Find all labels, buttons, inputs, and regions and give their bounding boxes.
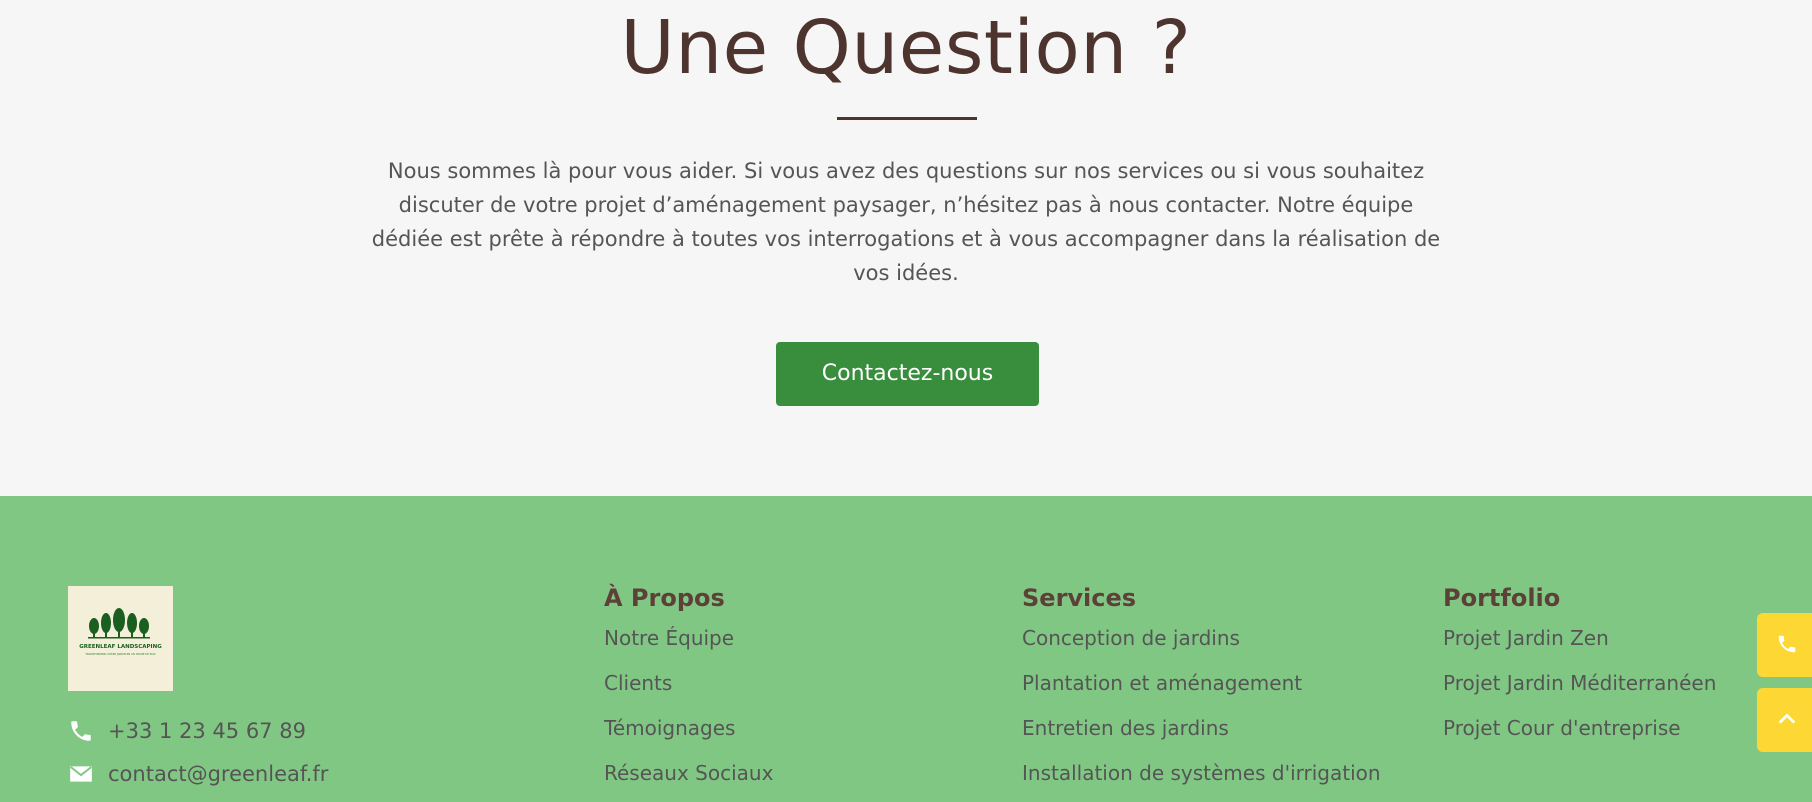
scroll-to-top-button[interactable] (1757, 688, 1812, 752)
footer-column-about: À Propos Notre Équipe Clients Témoignage… (604, 580, 773, 800)
cta-section: Une Question ? Nous sommes là pour vous … (0, 0, 1812, 496)
cta-description: Nous sommes là pour vous aider. Si vous … (371, 159, 1441, 285)
title-divider (837, 117, 977, 120)
footer-link-zen-garden[interactable]: Projet Jardin Zen (1443, 626, 1609, 650)
logo-name: GREENLEAF LANDSCAPING (79, 644, 162, 650)
floating-call-button[interactable] (1757, 613, 1812, 677)
envelope-icon (68, 761, 94, 787)
logo[interactable]: GREENLEAF LANDSCAPING TRANSFORMING VOTRE… (68, 586, 173, 691)
footer-heading-portfolio: Portfolio (1443, 584, 1561, 612)
footer-email-link[interactable]: contact@greenleaf.fr (68, 761, 328, 787)
footer-email-text: contact@greenleaf.fr (108, 762, 329, 786)
phone-icon (68, 718, 94, 744)
footer-column-services: Services Conception de jardins Plantatio… (1022, 580, 1381, 800)
cta-title: Une Question ? (620, 5, 1192, 91)
footer-phone-text: +33 1 23 45 67 89 (108, 719, 306, 743)
footer-link-mediterranean-garden[interactable]: Projet Jardin Méditerranéen (1443, 671, 1716, 695)
footer-link-social[interactable]: Réseaux Sociaux (604, 761, 773, 785)
footer-link-clients[interactable]: Clients (604, 671, 672, 695)
logo-tagline: TRANSFORMING VOTRE JARDIN EN UN HAVRE DE… (85, 652, 155, 656)
chevron-up-icon (1776, 708, 1798, 733)
footer-link-maintenance[interactable]: Entretien des jardins (1022, 716, 1229, 740)
footer-link-team[interactable]: Notre Équipe (604, 626, 734, 650)
footer-link-company-courtyard[interactable]: Projet Cour d'entreprise (1443, 716, 1681, 740)
footer-link-garden-design[interactable]: Conception de jardins (1022, 626, 1240, 650)
logo-image: GREENLEAF LANDSCAPING TRANSFORMING VOTRE… (79, 608, 162, 656)
footer-link-planting[interactable]: Plantation et aménagement (1022, 671, 1302, 695)
footer-link-testimonials[interactable]: Témoignages (604, 716, 735, 740)
contact-us-button[interactable]: Contactez-nous (776, 342, 1039, 406)
footer-heading-services: Services (1022, 584, 1137, 612)
footer-heading-about: À Propos (604, 584, 725, 612)
phone-icon (1776, 633, 1798, 658)
footer-phone-link[interactable]: +33 1 23 45 67 89 (68, 718, 306, 744)
footer-column-portfolio: Portfolio Projet Jardin Zen Projet Jardi… (1443, 580, 1716, 755)
footer-link-irrigation[interactable]: Installation de systèmes d'irrigation (1022, 761, 1381, 785)
